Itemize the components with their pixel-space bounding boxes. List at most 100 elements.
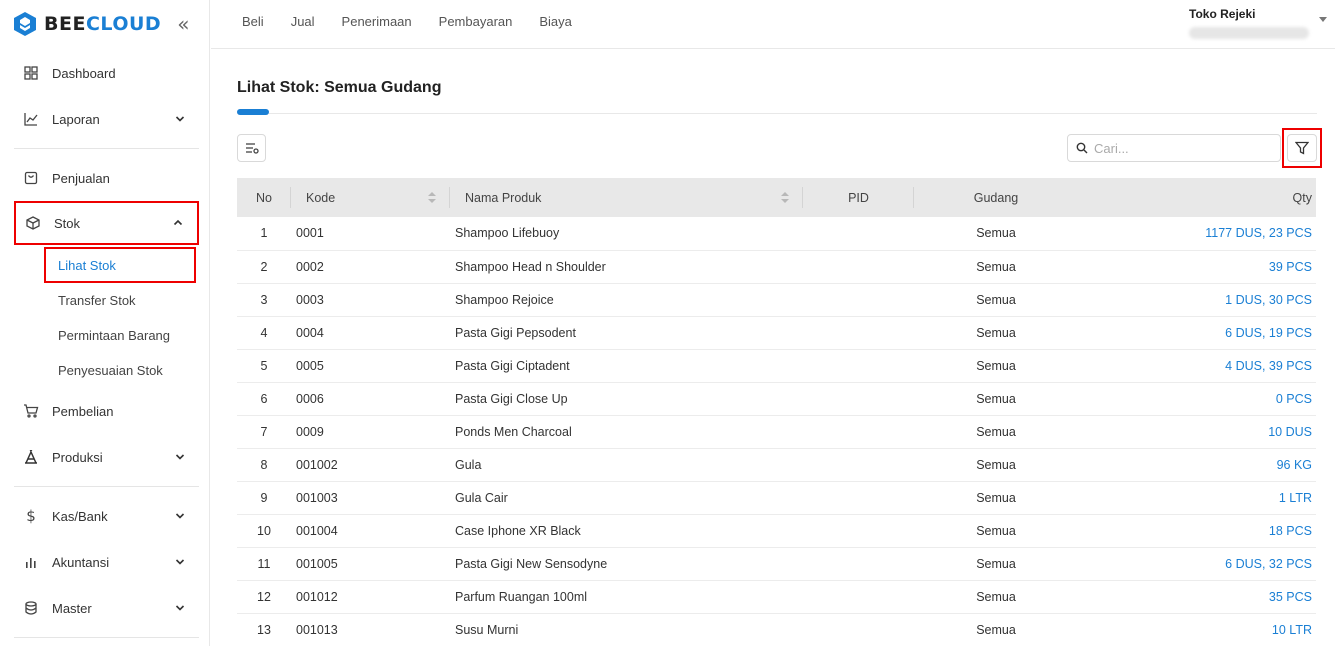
nav-divider (14, 486, 199, 487)
account-name: Toko Rejeki (1189, 7, 1256, 21)
cell-kode: 0003 (291, 283, 450, 317)
cell-no: 12 (237, 580, 291, 614)
sidebar-item-laporan[interactable]: Laporan (14, 96, 199, 142)
cell-nama: Gula (450, 448, 803, 482)
brand-cloud: CLOUD (85, 13, 162, 35)
header-nama-produk[interactable]: Nama Produk (450, 178, 803, 217)
cell-kode: 001005 (291, 547, 450, 581)
cell-qty[interactable]: 0 PCS (1078, 382, 1316, 416)
sidebar-item-dashboard[interactable]: Dashboard (14, 50, 199, 96)
cell-no: 6 (237, 382, 291, 416)
cell-qty[interactable]: 35 PCS (1078, 580, 1316, 614)
table-row[interactable]: 3 0003 Shampoo Rejoice Semua 1 DUS, 30 PCS (237, 283, 1316, 317)
filter-highlight (1282, 128, 1322, 168)
sidebar-item-pembelian[interactable]: Pembelian (14, 388, 199, 434)
cell-qty[interactable]: 1 DUS, 30 PCS (1078, 283, 1316, 317)
sidebar-subitem-penyesuaian-stok[interactable]: Penyesuaian Stok (14, 353, 199, 388)
sidebar-item-label: Laporan (52, 111, 100, 127)
caret-down-icon[interactable] (1319, 17, 1327, 22)
account-menu[interactable]: Toko Rejeki (1189, 7, 1309, 39)
cell-no: 1 (237, 217, 291, 251)
sidebar-item-akuntansi[interactable]: Akuntansi (14, 539, 199, 585)
cell-nama: Pasta Gigi New Sensodyne (450, 547, 803, 581)
table-row[interactable]: 9 001003 Gula Cair Semua 1 LTR (237, 481, 1316, 515)
table-row[interactable]: 7 0009 Ponds Men Charcoal Semua 10 DUS (237, 415, 1316, 449)
sidebar-item-kas-bank[interactable]: $ Kas/Bank (14, 493, 199, 539)
table-row[interactable]: 8 001002 Gula Semua 96 KG (237, 448, 1316, 482)
topnav-penerimaan[interactable]: Penerimaan (342, 14, 412, 29)
logo-row: BEECLOUD « (0, 0, 209, 48)
cell-gudang: Semua (914, 613, 1078, 646)
sidebar-item-produksi[interactable]: Produksi (14, 434, 199, 480)
table-row[interactable]: 1 0001 Shampoo Lifebuoy Semua 1177 DUS, 23 P… (237, 217, 1316, 251)
cell-gudang: Semua (914, 481, 1078, 515)
page-title: Lihat Stok: Semua Gudang (237, 79, 442, 96)
cell-kode: 001012 (291, 580, 450, 614)
factory-icon (22, 448, 40, 466)
table-row[interactable]: 13 001013 Susu Murni Semua 10 LTR (237, 613, 1316, 646)
column-settings-button[interactable] (237, 134, 266, 162)
table-row[interactable]: 10 001004 Case Iphone XR Black Semua 18 PCS (237, 514, 1316, 548)
header-pid: PID (803, 178, 914, 217)
cell-gudang: Semua (914, 415, 1078, 449)
beecloud-logo-icon (14, 12, 36, 36)
search-input[interactable] (1094, 140, 1274, 156)
cell-qty[interactable]: 10 LTR (1078, 613, 1316, 646)
header-kode[interactable]: Kode (291, 178, 450, 217)
chevron-down-icon (175, 605, 185, 611)
table-row[interactable]: 11 001005 Pasta Gigi New Sensodyne Semua 6 D… (237, 547, 1316, 581)
table-row[interactable]: 4 0004 Pasta Gigi Pepsodent Semua 6 DUS, 19 … (237, 316, 1316, 350)
chevron-down-icon (175, 116, 185, 122)
sidebar-item-label: Pembelian (52, 403, 114, 419)
search-box (1067, 134, 1281, 162)
cell-pid (803, 283, 914, 317)
table-row[interactable]: 6 0006 Pasta Gigi Close Up Semua 0 PCS (237, 382, 1316, 416)
sidebar-subitem-lihat-stok[interactable]: Lihat Stok (44, 247, 196, 283)
cell-pid (803, 481, 914, 515)
brand-name: BEECLOUD (44, 13, 161, 35)
title-accent-bar (237, 109, 269, 115)
shopping-bag-icon (22, 169, 40, 187)
table-row[interactable]: 5 0005 Pasta Gigi Ciptadent Semua 4 DUS, 39 … (237, 349, 1316, 383)
cell-nama: Parfum Ruangan 100ml (450, 580, 803, 614)
cell-pid (803, 448, 914, 482)
dollar-icon: $ (26, 507, 36, 525)
sidebar-item-penjualan[interactable]: Penjualan (14, 155, 199, 201)
table-body: 1 0001 Shampoo Lifebuoy Semua 1177 DUS, 23 P… (237, 217, 1316, 646)
cell-gudang: Semua (914, 217, 1078, 251)
topnav-jual[interactable]: Jual (291, 14, 315, 29)
collapse-sidebar-icon[interactable]: « (177, 12, 189, 36)
cell-qty[interactable]: 4 DUS, 39 PCS (1078, 349, 1316, 383)
cell-qty[interactable]: 6 DUS, 19 PCS (1078, 316, 1316, 350)
topnav-pembayaran[interactable]: Pembayaran (439, 14, 513, 29)
cell-no: 3 (237, 283, 291, 317)
cell-qty[interactable]: 96 KG (1078, 448, 1316, 482)
table-row[interactable]: 2 0002 Shampoo Head n Shoulder Semua 39 PCS (237, 250, 1316, 284)
cell-qty[interactable]: 10 DUS (1078, 415, 1316, 449)
sidebar-subitem-permintaan-barang[interactable]: Permintaan Barang (14, 318, 199, 353)
cell-nama: Shampoo Rejoice (450, 283, 803, 317)
cell-nama: Shampoo Lifebuoy (450, 217, 803, 251)
cell-pid (803, 217, 914, 251)
table-row[interactable]: 12 001012 Parfum Ruangan 100ml Semua 35 PCS (237, 580, 1316, 614)
cell-qty[interactable]: 18 PCS (1078, 514, 1316, 548)
sidebar-item-label: Master (52, 600, 92, 616)
sidebar-subitem-transfer-stok[interactable]: Transfer Stok (14, 283, 199, 318)
header-label: Nama Produk (465, 190, 542, 205)
cell-kode: 0005 (291, 349, 450, 383)
top-bar: Beli Jual Penerimaan Pembayaran Biaya To… (211, 0, 1335, 49)
sidebar-item-master[interactable]: Master (14, 585, 199, 631)
cell-nama: Shampoo Head n Shoulder (450, 250, 803, 284)
filter-button[interactable] (1287, 134, 1317, 162)
cell-qty[interactable]: 6 DUS, 32 PCS (1078, 547, 1316, 581)
cell-qty[interactable]: 39 PCS (1078, 250, 1316, 284)
cell-qty[interactable]: 1 LTR (1078, 481, 1316, 515)
sidebar-item-label: Penjualan (52, 170, 110, 186)
cell-qty[interactable]: 1177 DUS, 23 PCS (1078, 217, 1316, 251)
sidebar-item-stok[interactable]: Stok (14, 201, 199, 245)
topnav-beli[interactable]: Beli (242, 14, 264, 29)
topnav-biaya[interactable]: Biaya (539, 14, 572, 29)
nav-divider (14, 148, 199, 149)
cell-kode: 0004 (291, 316, 450, 350)
header-qty: Qty (1078, 178, 1316, 217)
